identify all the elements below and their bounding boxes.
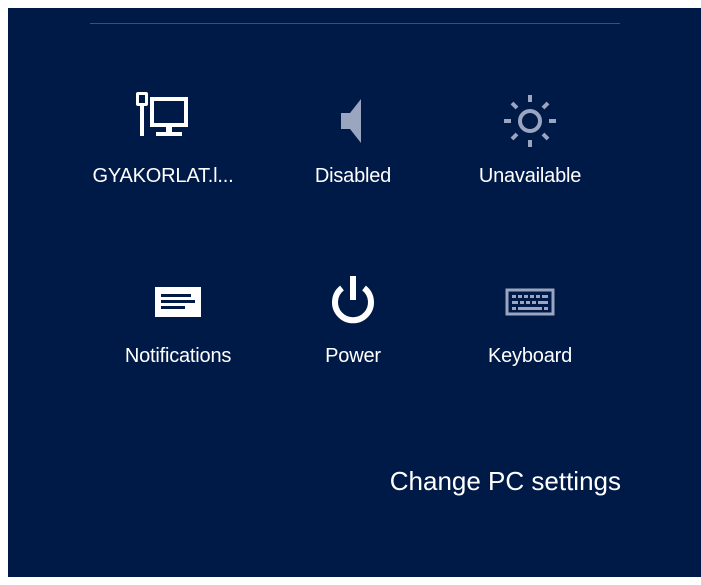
speaker-icon bbox=[268, 81, 438, 161]
power-label: Power bbox=[325, 345, 381, 367]
brightness-label: Unavailable bbox=[478, 165, 582, 187]
keyboard-label: Keyboard bbox=[487, 345, 572, 367]
notifications-tile[interactable]: Notifications bbox=[93, 261, 263, 401]
volume-label: Disabled bbox=[314, 165, 392, 187]
keyboard-tile[interactable]: Keyboard bbox=[445, 261, 615, 401]
notifications-icon bbox=[93, 261, 263, 341]
notifications-label: Notifications bbox=[124, 345, 232, 367]
network-tile[interactable]: GYAKORLAT.l... bbox=[78, 81, 248, 221]
brightness-icon bbox=[445, 81, 615, 161]
change-pc-settings-link[interactable]: Change PC settings bbox=[390, 466, 621, 497]
settings-charm-panel: GYAKORLAT.l... Disabled Unavailable Noti… bbox=[8, 8, 701, 577]
brightness-tile[interactable]: Unavailable bbox=[445, 81, 615, 221]
power-tile[interactable]: Power bbox=[268, 261, 438, 401]
top-divider bbox=[90, 23, 620, 24]
network-label: GYAKORLAT.l... bbox=[92, 165, 234, 187]
keyboard-icon bbox=[445, 261, 615, 341]
volume-tile[interactable]: Disabled bbox=[268, 81, 438, 221]
power-icon bbox=[268, 261, 438, 341]
network-icon bbox=[78, 81, 248, 161]
